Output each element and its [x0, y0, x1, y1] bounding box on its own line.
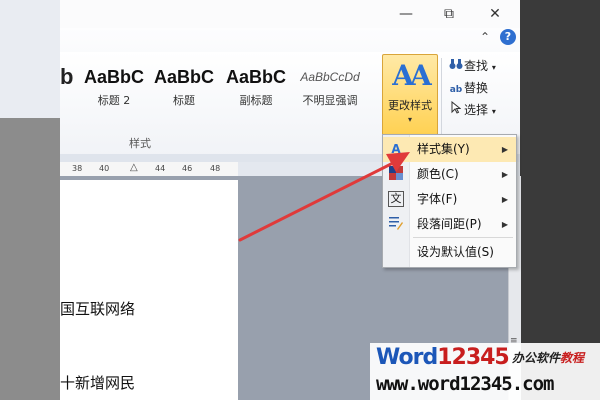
help-icon[interactable]: ?: [500, 29, 516, 45]
style-name: 标题 2: [97, 94, 131, 107]
ruler-tick: 48: [210, 164, 221, 173]
title-bar: — ⧉ ✕: [60, 0, 520, 28]
fonts-icon: 文: [388, 191, 404, 207]
style-tile-partial[interactable]: b: [60, 64, 73, 90]
submenu-arrow-icon: ▶: [501, 145, 508, 154]
style-set-icon: A: [391, 142, 401, 156]
cursor-icon: [448, 100, 464, 121]
watermark-logo-number: 12345: [437, 345, 510, 370]
watermark-tag-b: 教程: [560, 351, 585, 365]
replace-button[interactable]: ab 替换: [448, 78, 518, 98]
replace-label: 替换: [464, 81, 489, 95]
style-tile-subtle-emphasis[interactable]: AaBbCcDd 不明显强调: [292, 64, 368, 114]
change-styles-button[interactable]: AA 更改样式 ▾: [382, 54, 438, 136]
menu-divider: [413, 237, 513, 238]
menu-item-style-set[interactable]: A 样式集(Y) ▶: [383, 137, 516, 162]
background-app-right: [520, 0, 600, 400]
watermark: Word12345 办公软件教程 www.word12345.com: [370, 343, 600, 400]
menu-item-fonts[interactable]: 文 字体(F) ▶: [383, 187, 516, 212]
restore-button[interactable]: ⧉: [436, 4, 462, 24]
style-sample: AaBbCcDd: [300, 70, 360, 84]
ruler-tick: 44: [155, 164, 166, 173]
menu-item-colors[interactable]: 颜色(C) ▶: [383, 162, 516, 187]
watermark-logo-ord: ord: [398, 345, 438, 370]
chevron-down-icon: ▾: [407, 115, 412, 124]
change-styles-icon: AA: [392, 59, 431, 92]
watermark-tag-a: 办公软件: [512, 351, 561, 365]
style-name: 副标题: [239, 94, 273, 107]
submenu-arrow-icon: ▶: [501, 170, 508, 179]
select-button[interactable]: 选择 ▾: [448, 100, 518, 120]
style-tile-heading2[interactable]: AaBbC 标题 2: [78, 64, 150, 114]
menu-item-paragraph-spacing[interactable]: 段落间距(P) ▶: [383, 212, 516, 237]
menu-item-label: 设为默认值(S): [417, 245, 494, 259]
watermark-logo-w: W: [376, 345, 400, 370]
ruler-tick: 38: [72, 164, 83, 173]
ruler-tick: 46: [182, 164, 193, 173]
chevron-down-icon: ▾: [491, 63, 496, 72]
styles-group-label: 样式: [129, 137, 151, 150]
menu-item-label: 颜色(C): [417, 167, 459, 181]
style-sample: AaBbC: [83, 67, 144, 87]
ruler-tick: 40: [99, 164, 110, 173]
menu-item-label: 字体(F): [417, 192, 458, 206]
watermark-logo: Word12345: [376, 345, 510, 370]
style-name: 不明显强调: [302, 94, 358, 107]
replace-icon: ab: [449, 85, 463, 95]
binoculars-icon: [448, 57, 464, 77]
document-page[interactable]: [60, 180, 238, 400]
document-text-line: 十新增网民: [60, 374, 136, 392]
change-styles-label: 更改样式: [388, 99, 432, 112]
style-sample: AaBbC: [225, 67, 286, 87]
style-name: 标题: [173, 94, 195, 107]
ruler-marker-icon[interactable]: △: [130, 162, 138, 173]
menu-item-label: 样式集(Y): [417, 142, 470, 156]
style-sample: AaBbC: [153, 67, 214, 87]
close-button[interactable]: ✕: [482, 4, 508, 24]
colors-icon: [388, 166, 404, 182]
style-tile-subtitle[interactable]: AaBbC 副标题: [220, 64, 292, 114]
collapse-ribbon-icon[interactable]: ⌃: [480, 30, 490, 44]
watermark-tagline: 办公软件教程: [512, 349, 584, 366]
document-text-line: 国互联网络: [60, 300, 136, 318]
submenu-arrow-icon: ▶: [501, 195, 508, 204]
select-label: 选择: [464, 103, 489, 117]
submenu-arrow-icon: ▶: [501, 220, 508, 229]
paragraph-spacing-icon: [388, 216, 404, 232]
find-label: 查找: [464, 59, 489, 73]
change-styles-menu: A 样式集(Y) ▶ 颜色(C) ▶ 文 字体(F) ▶ 段落间距(P) ▶ 设…: [382, 134, 517, 268]
watermark-url: www.word12345.com: [376, 373, 554, 395]
background-app-left: [0, 0, 60, 400]
horizontal-ruler[interactable]: 38 40 △ 44 46 48: [60, 162, 238, 177]
find-button[interactable]: 查找 ▾: [448, 56, 518, 76]
minimize-button[interactable]: —: [393, 4, 419, 24]
chevron-down-icon: ▾: [491, 107, 496, 116]
menu-item-set-as-default[interactable]: 设为默认值(S): [383, 240, 516, 265]
menu-item-label: 段落间距(P): [417, 217, 482, 231]
style-tile-title[interactable]: AaBbC 标题: [148, 64, 220, 114]
